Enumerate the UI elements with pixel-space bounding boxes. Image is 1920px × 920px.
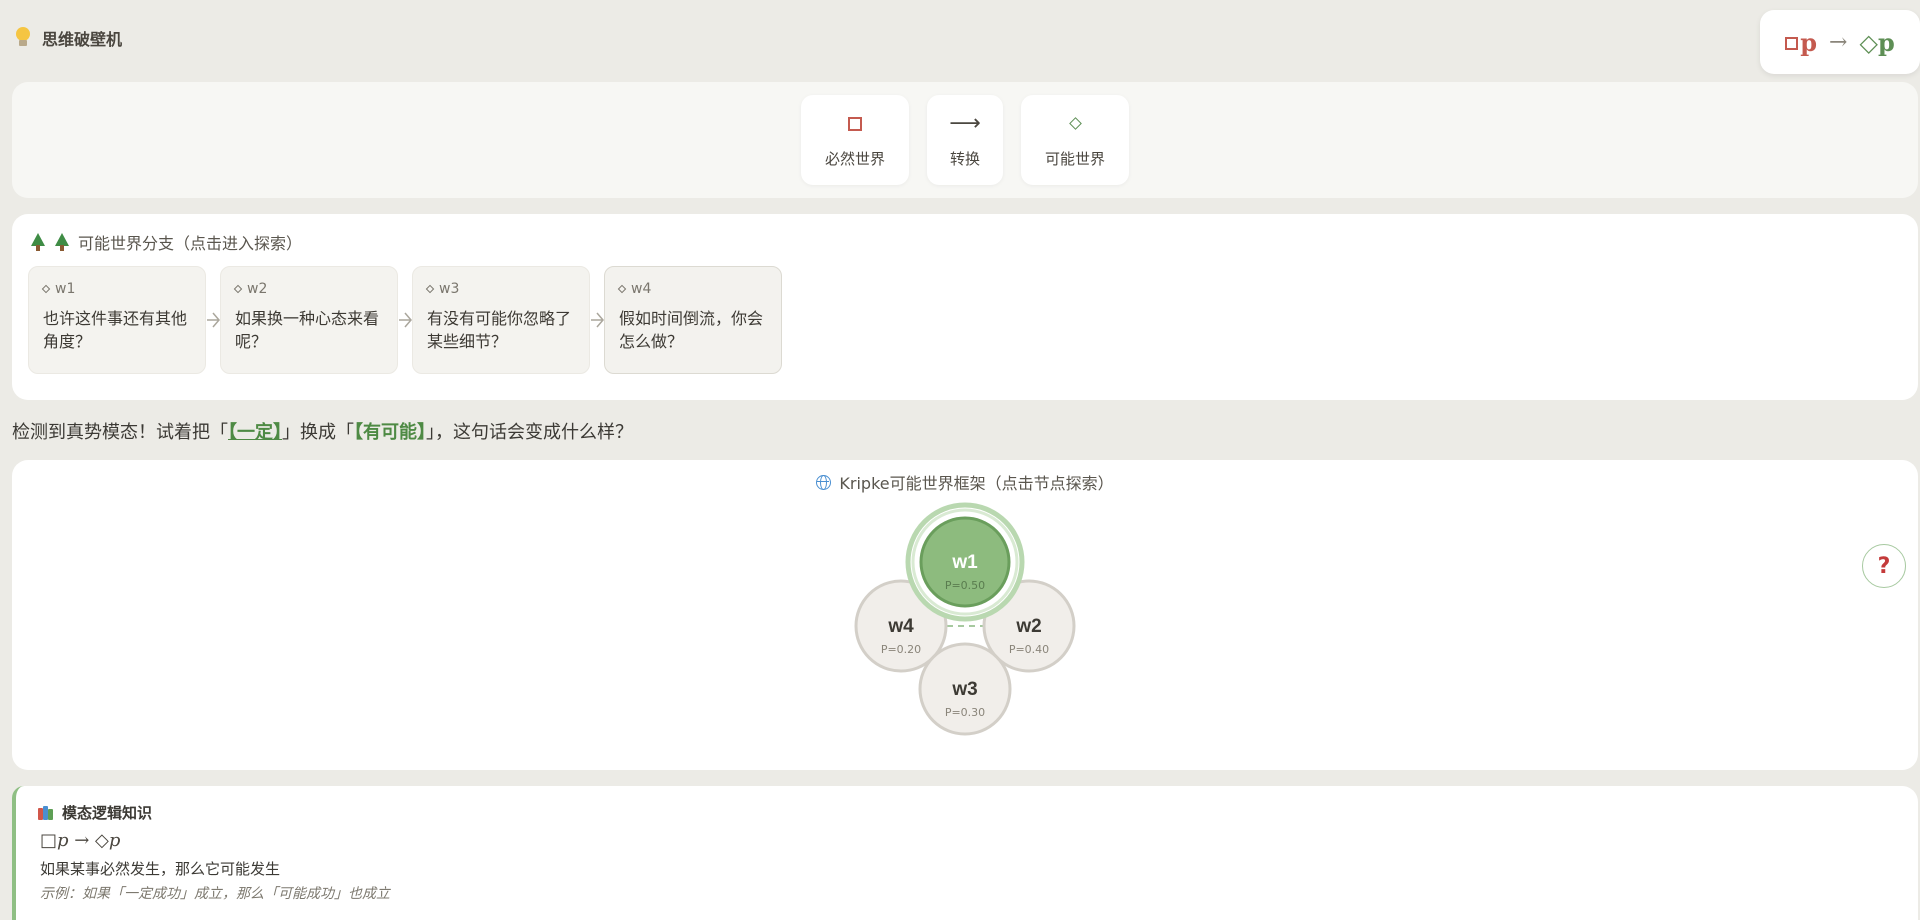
lightbulb-icon <box>14 27 32 49</box>
tree-icon <box>54 233 70 251</box>
branch-card-w2[interactable]: w2 如果换一种心态来看呢？ <box>220 266 398 374</box>
books-icon <box>38 805 54 820</box>
world-branches-panel: 可能世界分支（点击进入探索） w1 也许这件事还有其他角度？ w2 如果换一种心… <box>12 214 1918 400</box>
app-header: 思维破壁机 <box>14 26 122 50</box>
chevron-right-icon <box>589 305 605 335</box>
possible-formula: ◇p <box>1859 27 1895 57</box>
possible-world-button[interactable]: 可能世界 <box>1021 95 1129 185</box>
branch-id: w3 <box>439 281 460 297</box>
keyword-possible[interactable]: 【有可能】 <box>354 422 426 443</box>
arrow-icon: → <box>1829 29 1848 55</box>
diamond-icon <box>425 284 435 294</box>
node-probability: P=0.30 <box>945 706 985 719</box>
knowledge-formula: □p → ◇p <box>40 830 121 851</box>
long-arrow-icon: ⟶ <box>949 110 981 136</box>
modal-toolbar: 必然世界 ⟶ 转换 可能世界 <box>12 82 1918 198</box>
node-id: w2 <box>1015 616 1041 637</box>
knowledge-title: 模态逻辑知识 <box>62 804 153 822</box>
square-icon <box>848 116 862 131</box>
node-probability: P=0.50 <box>945 579 985 592</box>
knowledge-description: 如果某事必然发生，那么它可能发生 <box>40 860 281 878</box>
necessary-formula: p <box>1785 28 1817 57</box>
branch-card-w4[interactable]: w4 假如时间倒流，你会怎么做？ <box>604 266 782 374</box>
app-title: 思维破壁机 <box>42 30 123 49</box>
help-button[interactable]: ? <box>1862 544 1906 588</box>
chevron-right-icon <box>205 305 221 335</box>
branch-list: w1 也许这件事还有其他角度？ w2 如果换一种心态来看呢？ w3 有没有可能你… <box>28 266 782 374</box>
branch-id: w1 <box>55 281 76 297</box>
branch-id: w2 <box>247 281 268 297</box>
node-id: w1 <box>951 552 978 573</box>
diamond-icon <box>1068 117 1082 130</box>
square-icon <box>1785 36 1799 50</box>
diamond-icon <box>41 284 51 294</box>
tree-icon <box>30 233 46 251</box>
branch-id: w4 <box>631 281 652 297</box>
diamond-icon <box>233 284 243 294</box>
modal-knowledge-card: 模态逻辑知识 □p → ◇p 如果某事必然发生，那么它可能发生 示例：如果「一定… <box>12 786 1918 920</box>
diamond-icon <box>617 284 627 294</box>
app-root: 思维破壁机 p → ◇p 必然世界 ⟶ 转换 可能世界 可能世界分支（点击进入探… <box>0 0 1920 920</box>
formula-badge: p → ◇p <box>1760 10 1920 74</box>
branch-text: 假如时间倒流，你会怎么做？ <box>619 309 764 351</box>
node-probability: P=0.20 <box>881 643 921 656</box>
node-id: w4 <box>887 616 914 637</box>
transform-label: 转换 <box>949 149 980 168</box>
node-probability: P=0.40 <box>1009 643 1049 656</box>
kripke-node-w3[interactable]: w3 P=0.30 <box>918 642 1012 736</box>
chevron-right-icon <box>397 305 413 335</box>
branch-text: 也许这件事还有其他角度？ <box>43 309 188 351</box>
branches-title: 可能世界分支（点击进入探索） <box>78 234 303 253</box>
necessary-world-label: 必然世界 <box>824 149 885 168</box>
necessary-world-button[interactable]: 必然世界 <box>801 95 909 185</box>
modal-hint: 检测到真势模态！试着把「【一定】」换成「【有可能】」，这句话会变成什么样？ <box>12 422 633 443</box>
branch-card-w3[interactable]: w3 有没有可能你忽略了某些细节？ <box>412 266 590 374</box>
branch-text: 如果换一种心态来看呢？ <box>235 309 380 351</box>
knowledge-header: 模态逻辑知识 <box>38 802 152 823</box>
transform-button[interactable]: ⟶ 转换 <box>927 95 1003 185</box>
branch-text: 有没有可能你忽略了某些细节？ <box>427 309 572 351</box>
kripke-frame-panel: Kripke可能世界框架（点击节点探索） w4 P=0.20 w2 P=0.40… <box>12 460 1918 770</box>
branch-card-w1[interactable]: w1 也许这件事还有其他角度？ <box>28 266 206 374</box>
kripke-node-w1[interactable]: w1 P=0.50 <box>905 502 1025 622</box>
branches-header: 可能世界分支（点击进入探索） <box>30 230 302 254</box>
kripke-graph: w4 P=0.20 w2 P=0.40 w3 P=0.30 w1 P=0.50 <box>854 502 1076 736</box>
keyword-necessary[interactable]: 【一定】 <box>228 422 282 443</box>
knowledge-example: 示例：如果「一定成功」成立，那么「可能成功」也成立 <box>40 886 390 902</box>
possible-world-label: 可能世界 <box>1044 149 1105 168</box>
node-id: w3 <box>951 679 977 700</box>
